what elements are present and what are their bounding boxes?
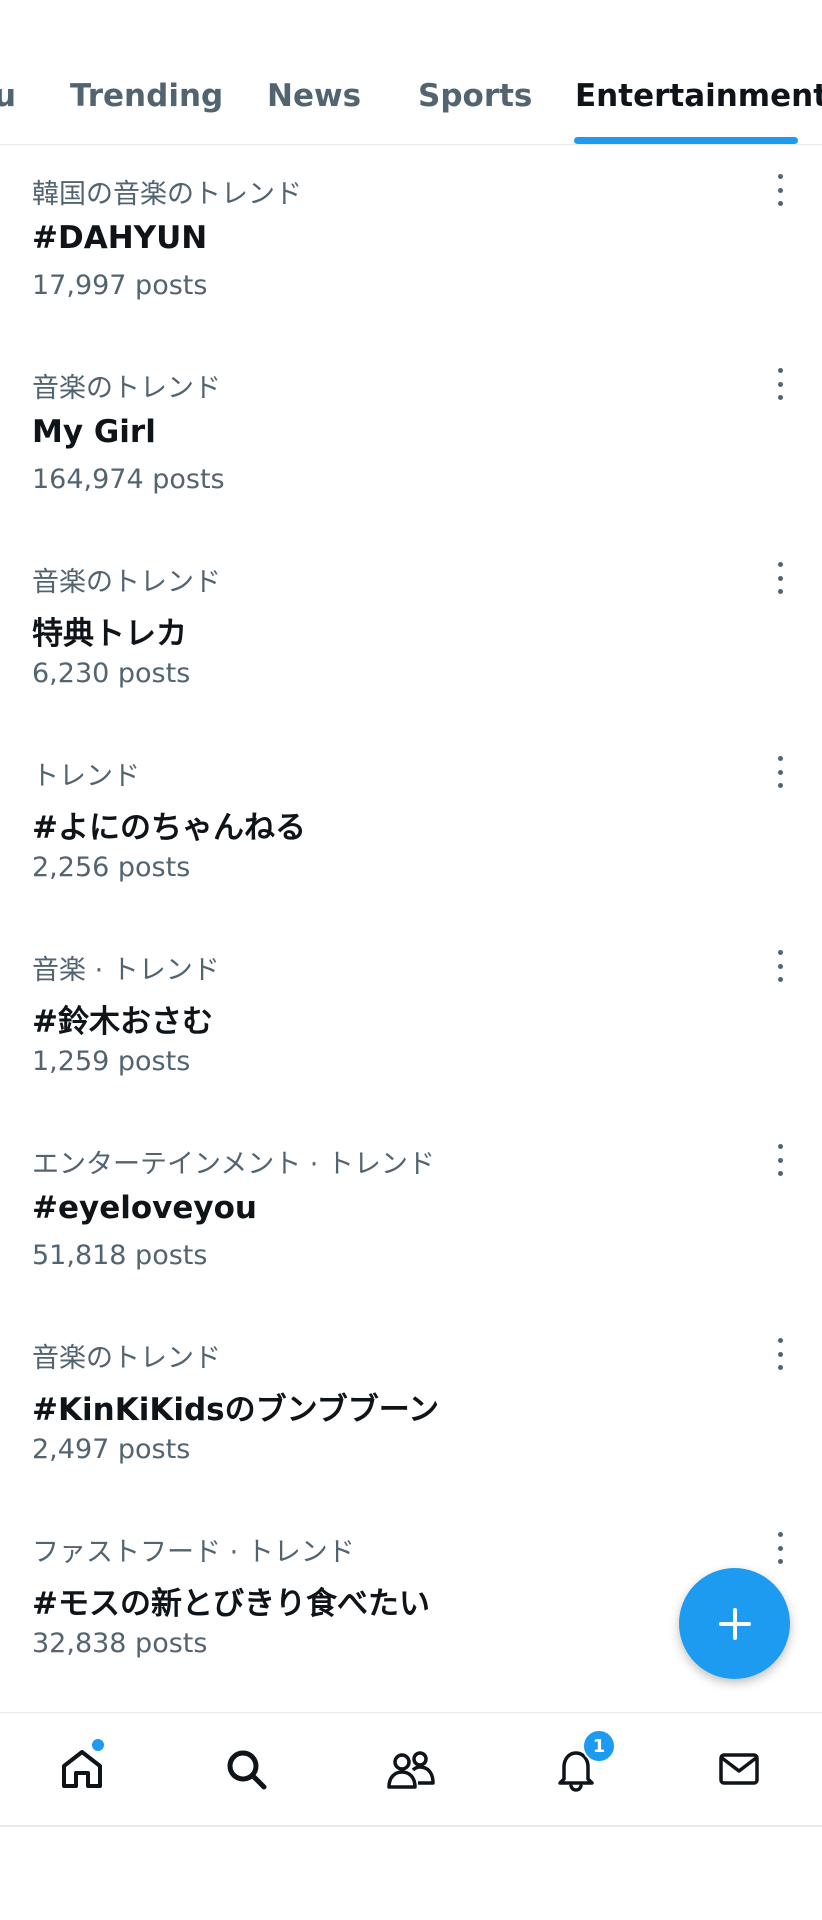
- trend-category: 音楽のトレンド: [32, 1343, 221, 1374]
- trend-item[interactable]: 音楽のトレンド My Girl 164,974 posts: [0, 338, 822, 532]
- nav-messages[interactable]: [711, 1741, 767, 1797]
- trend-title: #よにのちゃんねる: [32, 810, 306, 846]
- bottom-navigation: 1: [0, 1712, 822, 1827]
- trend-title: #DAHYUN: [32, 220, 208, 256]
- trend-post-count: 2,256 posts: [32, 852, 191, 883]
- trend-title: #KinKiKidsのブンブブーン: [32, 1392, 440, 1428]
- trend-item[interactable]: トレンド #よにのちゃんねる 2,256 posts: [0, 726, 822, 920]
- more-options-icon[interactable]: [770, 174, 790, 206]
- nav-notifications[interactable]: 1: [548, 1729, 616, 1797]
- communities-icon: [387, 1751, 435, 1789]
- notifications-badge: 1: [582, 1729, 616, 1763]
- more-options-icon[interactable]: [770, 562, 790, 594]
- trend-list: 韓国の音楽のトレンド #DAHYUN 17,997 posts 音楽のトレンド …: [0, 144, 822, 1696]
- tab-entertainment[interactable]: Entertainment: [575, 78, 822, 114]
- more-options-icon[interactable]: [770, 1338, 790, 1370]
- trend-category: 音楽のトレンド: [32, 373, 221, 404]
- trend-category: 音楽のトレンド: [32, 567, 221, 598]
- home-unread-dot: [90, 1737, 106, 1753]
- more-options-icon[interactable]: [770, 1532, 790, 1564]
- plus-icon: [718, 1607, 751, 1640]
- search-icon: [227, 1750, 267, 1790]
- trend-post-count: 6,230 posts: [32, 658, 191, 689]
- trend-post-count: 32,838 posts: [32, 1628, 208, 1659]
- trend-post-count: 17,997 posts: [32, 270, 208, 301]
- messages-icon: [719, 1753, 759, 1785]
- trend-title: #鈴木おさむ: [32, 1004, 213, 1040]
- trend-title: #eyeloveyou: [32, 1190, 257, 1226]
- trend-item[interactable]: 音楽のトレンド #KinKiKidsのブンブブーン 2,497 posts: [0, 1308, 822, 1502]
- trend-item[interactable]: 音楽のトレンド 特典トレカ 6,230 posts: [0, 532, 822, 726]
- compose-post-button[interactable]: [679, 1568, 790, 1679]
- trend-item[interactable]: 音楽 · トレンド #鈴木おさむ 1,259 posts: [0, 920, 822, 1114]
- trend-post-count: 2,497 posts: [32, 1434, 191, 1465]
- trend-item[interactable]: 韓国の音楽のトレンド #DAHYUN 17,997 posts: [0, 144, 822, 338]
- more-options-icon[interactable]: [770, 756, 790, 788]
- active-tab-indicator: [574, 137, 798, 144]
- trend-category: 音楽 · トレンド: [32, 955, 220, 986]
- tab-trending[interactable]: Trending: [70, 78, 223, 114]
- more-options-icon[interactable]: [770, 368, 790, 400]
- tab-news[interactable]: News: [267, 78, 361, 114]
- explore-tabs: u Trending News Sports Entertainment: [0, 0, 822, 145]
- trend-post-count: 164,974 posts: [32, 464, 225, 495]
- trend-title: #モスの新とびきり食べたい: [32, 1586, 430, 1622]
- trend-title: My Girl: [32, 414, 156, 450]
- nav-search[interactable]: [218, 1741, 274, 1797]
- tab-for-you[interactable]: u: [0, 78, 16, 114]
- tab-sports[interactable]: Sports: [418, 78, 532, 114]
- trend-category: 韓国の音楽のトレンド: [32, 179, 302, 210]
- trend-title: 特典トレカ: [32, 616, 187, 652]
- nav-home[interactable]: [54, 1737, 110, 1797]
- nav-communities[interactable]: [383, 1741, 439, 1797]
- more-options-icon[interactable]: [770, 1144, 790, 1176]
- more-options-icon[interactable]: [770, 950, 790, 982]
- trend-post-count: 51,818 posts: [32, 1240, 208, 1271]
- trend-item[interactable]: エンターテインメント · トレンド #eyeloveyou 51,818 pos…: [0, 1114, 822, 1308]
- trend-category: エンターテインメント · トレンド: [32, 1149, 435, 1180]
- trend-category: トレンド: [32, 761, 140, 792]
- trend-post-count: 1,259 posts: [32, 1046, 191, 1077]
- trend-category: ファストフード · トレンド: [32, 1537, 355, 1568]
